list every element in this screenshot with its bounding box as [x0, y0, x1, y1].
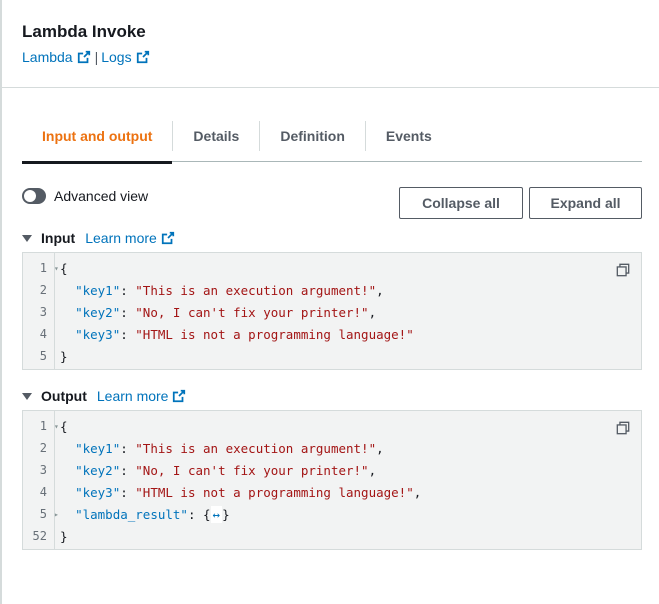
brace: {: [60, 260, 68, 276]
advanced-view: Advanced view: [22, 188, 148, 204]
code-text: }: [60, 529, 68, 544]
line-number: 5: [39, 349, 47, 363]
brace: {: [60, 418, 68, 434]
code-line: 5 ▸ "lambda_result": {↔}: [23, 503, 641, 525]
code-line: 3 "key2": "No, I can't fix your printer!…: [23, 301, 641, 323]
tab-events[interactable]: Events: [366, 110, 452, 162]
code-text: "key2": "No, I can't fix your printer!",: [75, 304, 377, 320]
trailing-comma: ,: [376, 440, 384, 456]
json-string-value: "No, I can't fix your printer!": [135, 462, 369, 478]
code-line: 1 ▾{: [23, 415, 641, 437]
header: Lambda Invoke Lambda | Logs: [0, 0, 659, 88]
line-number: 2: [39, 283, 47, 297]
json-string-value: "This is an execution argument!": [135, 440, 377, 456]
code-text: {: [60, 261, 68, 276]
learn-more-label: Learn more: [85, 230, 157, 246]
line-number: 5: [39, 507, 47, 521]
lambda-link[interactable]: Lambda: [22, 49, 91, 65]
learn-more-label: Learn more: [96, 388, 169, 404]
line-number: 2: [39, 441, 47, 455]
brace: }: [60, 528, 68, 544]
input-title: Input: [41, 230, 76, 246]
json-key: "key2": [75, 462, 121, 478]
output-title: Output: [41, 388, 87, 404]
code-line: 2 "key1": "This is an execution argument…: [23, 437, 641, 459]
brace: }: [60, 348, 68, 364]
code-text: "key1": "This is an execution argument!"…: [75, 440, 384, 456]
code-text: {: [60, 419, 68, 434]
toggle-knob: [24, 190, 36, 202]
json-string-value: "HTML is not a programming language!": [135, 326, 414, 342]
code-text: "key3": "HTML is not a programming langu…: [75, 484, 422, 500]
tab-definition[interactable]: Definition: [260, 110, 365, 162]
link-separator: |: [94, 49, 99, 65]
tab-details[interactable]: Details: [173, 110, 259, 162]
code-text: "key3": "HTML is not a programming langu…: [75, 326, 414, 342]
trailing-comma: ,: [368, 304, 377, 320]
header-links: Lambda | Logs: [22, 49, 150, 65]
code-line: 2 "key1": "This is an execution argument…: [23, 279, 641, 301]
advanced-view-label: Advanced view: [54, 188, 149, 204]
input-learn-more-link[interactable]: Learn more: [85, 230, 175, 246]
line-number: 52: [32, 529, 47, 543]
external-link-icon: [77, 50, 90, 64]
code-line: 52}: [23, 525, 641, 547]
collapse-all-button[interactable]: Collapse all: [399, 187, 523, 219]
code-line: 4 "key3": "HTML is not a programming lan…: [23, 323, 641, 345]
caret-down-icon[interactable]: [22, 392, 32, 400]
input-section-header: Input Learn more: [22, 230, 175, 246]
json-string-value: "No, I can't fix your printer!": [135, 304, 369, 320]
caret-down-icon[interactable]: [22, 234, 32, 242]
code-line: 5}: [23, 345, 641, 367]
trailing-comma: ,: [376, 282, 384, 298]
json-key: "key3": [75, 484, 121, 500]
code-text: "key2": "No, I can't fix your printer!",: [75, 462, 377, 478]
code-line: 4 "key3": "HTML is not a programming lan…: [23, 481, 641, 503]
code-text: "key1": "This is an execution argument!"…: [75, 282, 384, 298]
json-key: "key1": [75, 440, 121, 456]
logs-link-label: Logs: [101, 49, 132, 65]
collapsed-object-icon[interactable]: ↔: [210, 505, 223, 523]
line-number: 3: [39, 463, 47, 477]
external-link-icon: [136, 50, 149, 64]
line-number: 4: [39, 485, 47, 499]
output-code-editor[interactable]: 1 ▾{2 "key1": "This is an execution argum…: [22, 410, 642, 550]
line-number: 4: [39, 327, 47, 341]
json-key: "lambda_result": [75, 506, 188, 522]
line-number: 3: [39, 305, 47, 319]
input-code-editor[interactable]: 1 ▾{2 "key1": "This is an execution argum…: [22, 252, 642, 370]
json-key: "key2": [75, 304, 121, 320]
json-key: "key3": [75, 326, 121, 342]
trailing-comma: ,: [368, 462, 377, 478]
code-text: }: [60, 349, 68, 364]
logs-link[interactable]: Logs: [101, 49, 149, 65]
json-key: "key1": [75, 282, 121, 298]
output-learn-more-link[interactable]: Learn more: [97, 388, 187, 404]
trailing-comma: ,: [413, 484, 422, 500]
output-section-header: Output Learn more: [22, 388, 186, 404]
code-line: 3 "key2": "No, I can't fix your printer!…: [23, 459, 641, 481]
tab-bar: Input and output Details Definition Even…: [22, 110, 642, 164]
lambda-link-label: Lambda: [22, 49, 73, 65]
json-string-value: "HTML is not a programming language!": [135, 484, 414, 500]
external-link-icon: [161, 231, 174, 245]
line-number: 1: [39, 419, 47, 433]
page-title: Lambda Invoke: [22, 22, 146, 41]
code-line: 1 ▾{: [23, 257, 641, 279]
line-number: 1: [39, 261, 47, 275]
panel-left-border: [0, 0, 2, 604]
expand-all-button[interactable]: Expand all: [529, 187, 642, 219]
code-text: "lambda_result": {↔}: [75, 505, 230, 523]
advanced-view-toggle[interactable]: [22, 188, 46, 204]
json-string-value: "This is an execution argument!": [135, 282, 377, 298]
external-link-icon: [173, 389, 186, 403]
tab-input-and-output[interactable]: Input and output: [22, 110, 173, 164]
